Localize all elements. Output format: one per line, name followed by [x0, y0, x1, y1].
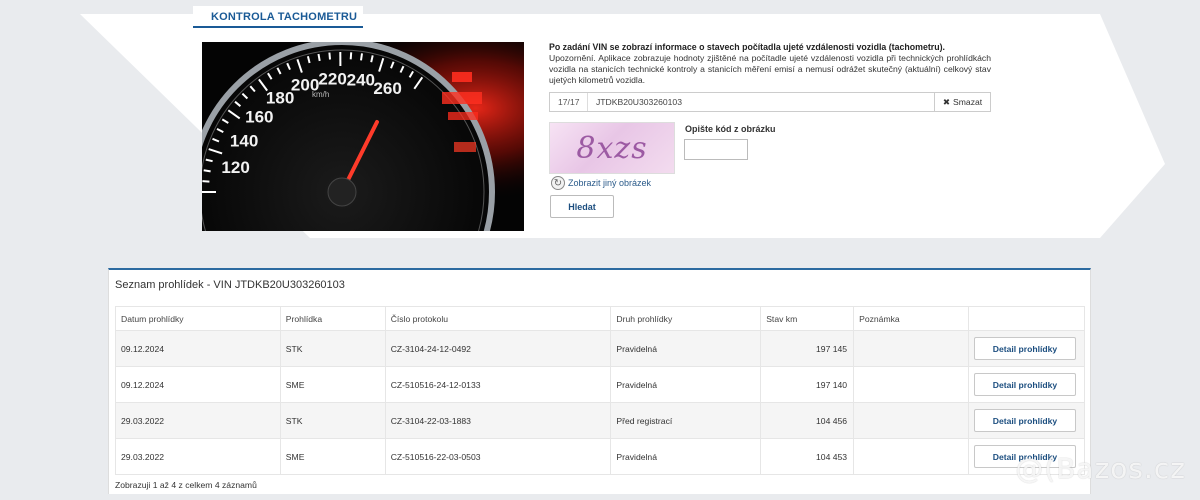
captcha-label: Opište kód z obrázku — [685, 124, 776, 134]
cell-type: STK — [279, 402, 386, 439]
info-heading: Po zadání VIN se zobrazí informace o sta… — [549, 42, 945, 52]
detail-button[interactable]: Detail prohlídky — [973, 337, 1076, 360]
cell-kind: Pravidelná — [610, 438, 762, 475]
cell-date: 09.12.2024 — [115, 366, 281, 403]
vin-input-group: 17/17 JTDKB20U303260103 ✖ Smazat — [549, 92, 991, 112]
results-panel: Seznam prohlídek - VIN JTDKB20U303260103… — [108, 268, 1091, 494]
speed-tick — [202, 180, 210, 183]
cell-note — [853, 366, 969, 403]
detail-button[interactable]: Detail prohlídky — [973, 409, 1076, 432]
cell-date: 09.12.2024 — [115, 330, 281, 367]
column-header — [967, 306, 1086, 331]
column-header: Stav km — [760, 306, 855, 331]
cell-type: STK — [279, 330, 386, 367]
cell-km: 197 140 — [760, 366, 855, 403]
speed-tick — [203, 169, 211, 173]
speed-label: 120 — [221, 158, 249, 177]
table-header-row: Datum prohlídky Prohlídka Číslo protokol… — [115, 306, 1086, 331]
cell-action: Detail prohlídky — [967, 402, 1086, 439]
info-warning: Upozornění. Aplikace zobrazuje hodnoty z… — [549, 53, 991, 85]
search-button[interactable]: Hledat — [550, 195, 614, 218]
cell-protocol: CZ-510516-24-12-0133 — [384, 366, 612, 403]
cell-note — [853, 438, 969, 475]
speed-tick — [349, 52, 353, 60]
clear-button-label: Smazat — [953, 97, 983, 107]
cell-km: 197 145 — [760, 330, 855, 367]
column-header: Datum prohlídky — [115, 306, 281, 331]
speed-label: 220 — [318, 69, 346, 88]
inspections-table: Datum prohlídky Prohlídka Číslo protokol… — [115, 306, 1086, 475]
speedometer-image: 120 140 160 180 200 220 240 260 km/h — [202, 42, 524, 231]
captcha-image: 8xzs — [549, 122, 675, 174]
speed-tick — [360, 53, 363, 61]
table-info: Zobrazuji 1 až 4 z celkem 4 záznamů — [115, 480, 257, 490]
cell-type: SME — [279, 438, 386, 475]
cell-kind: Pravidelná — [610, 366, 762, 403]
speed-unit: km/h — [312, 90, 329, 99]
speed-label: 140 — [230, 131, 258, 150]
cell-protocol: CZ-3104-22-03-1883 — [384, 402, 612, 439]
cell-date: 29.03.2022 — [115, 438, 281, 475]
column-header: Prohlídka — [279, 306, 386, 331]
cell-kind: Před registrací — [610, 402, 762, 439]
column-header: Číslo protokolu — [384, 306, 612, 331]
cell-date: 29.03.2022 — [115, 402, 281, 439]
refresh-icon: ↻ — [551, 176, 565, 190]
watermark-logo: @(Bazos.cz — [1015, 452, 1186, 485]
table-row: 29.03.2022 SME CZ-510516-22-03-0503 Prav… — [115, 438, 1086, 475]
table-row: 29.03.2022 STK CZ-3104-22-03-1883 Před r… — [115, 402, 1086, 439]
speedometer-graphic: 120140160180200 220 240260 km/h — [202, 42, 524, 231]
speed-label: 260 — [373, 79, 401, 98]
column-header: Druh prohlídky — [610, 306, 762, 331]
reload-captcha-link[interactable]: ↻ Zobrazit jiný obrázek — [551, 176, 651, 190]
clear-button[interactable]: ✖ Smazat — [934, 93, 990, 111]
results-title: Seznam prohlídek - VIN JTDKB20U303260103 — [115, 279, 345, 291]
cell-protocol: CZ-3104-24-12-0492 — [384, 330, 612, 367]
cell-km: 104 456 — [760, 402, 855, 439]
captcha-input[interactable] — [684, 139, 748, 160]
speed-label: 240 — [347, 71, 375, 90]
page-title: KONTROLA TACHOMETRU — [193, 6, 363, 28]
detail-button[interactable]: Detail prohlídky — [973, 373, 1076, 396]
reload-captcha-label: Zobrazit jiný obrázek — [568, 178, 652, 188]
cell-type: SME — [279, 366, 386, 403]
close-icon: ✖ — [942, 96, 951, 107]
cell-note — [853, 402, 969, 439]
speed-tick — [317, 53, 321, 62]
cell-action: Detail prohlídky — [967, 366, 1086, 403]
vin-char-count: 17/17 — [550, 93, 588, 111]
column-header: Poznámka — [853, 306, 969, 331]
cell-note — [853, 330, 969, 367]
speed-tick — [328, 52, 331, 60]
table-row: 09.12.2024 STK CZ-3104-24-12-0492 Pravid… — [115, 330, 1086, 367]
vin-input[interactable]: JTDKB20U303260103 — [588, 97, 934, 107]
info-text: Po zadání VIN se zobrazí informace o sta… — [549, 42, 991, 86]
cell-km: 104 453 — [760, 438, 855, 475]
cell-action: Detail prohlídky — [967, 330, 1086, 367]
speed-label: 160 — [245, 108, 273, 127]
cell-kind: Pravidelná — [610, 330, 762, 367]
table-row: 09.12.2024 SME CZ-510516-24-12-0133 Prav… — [115, 366, 1086, 403]
cell-protocol: CZ-510516-22-03-0503 — [384, 438, 612, 475]
